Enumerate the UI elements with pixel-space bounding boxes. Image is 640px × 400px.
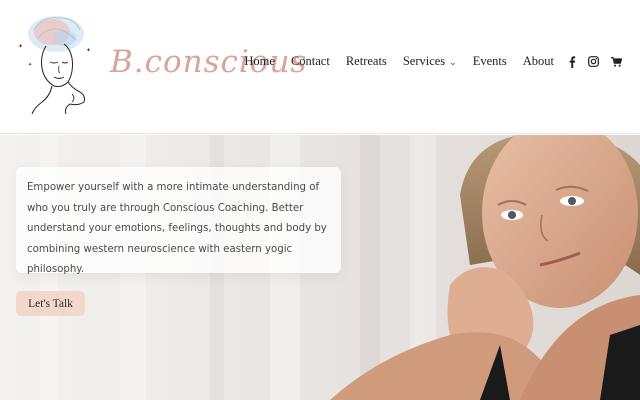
lets-talk-button[interactable]: Let's Talk [16,291,85,316]
cart-icon[interactable] [611,56,622,67]
nav-events[interactable]: Events [473,54,507,69]
instagram-icon[interactable] [588,56,599,67]
logo-face-illustration: ✦ ✦ ✦ [18,16,91,115]
hero-section: Empower yourself with a more intimate un… [0,135,640,400]
facebook-icon[interactable] [568,55,576,68]
site-header: ✦ ✦ ✦ B.conscious Home Contact Retreats … [0,0,640,134]
chevron-down-icon: ⌄ [449,57,457,67]
nav-about[interactable]: About [523,54,554,69]
site-logo[interactable]: ✦ ✦ ✦ B.conscious [12,8,306,118]
nav-contact[interactable]: Contact [291,54,330,69]
main-navigation: Home Contact Retreats Services ⌄ Events … [244,54,622,69]
nav-retreats[interactable]: Retreats [346,54,387,69]
intro-card: Empower yourself with a more intimate un… [16,167,341,275]
svg-text:✦: ✦ [18,43,23,50]
svg-text:✦: ✦ [86,47,91,54]
nav-services[interactable]: Services ⌄ [403,54,457,69]
nav-services-label: Services [402,54,446,68]
svg-text:✦: ✦ [28,62,32,68]
nav-home[interactable]: Home [244,54,275,69]
intro-text: Empower yourself with a more intimate un… [27,182,327,275]
